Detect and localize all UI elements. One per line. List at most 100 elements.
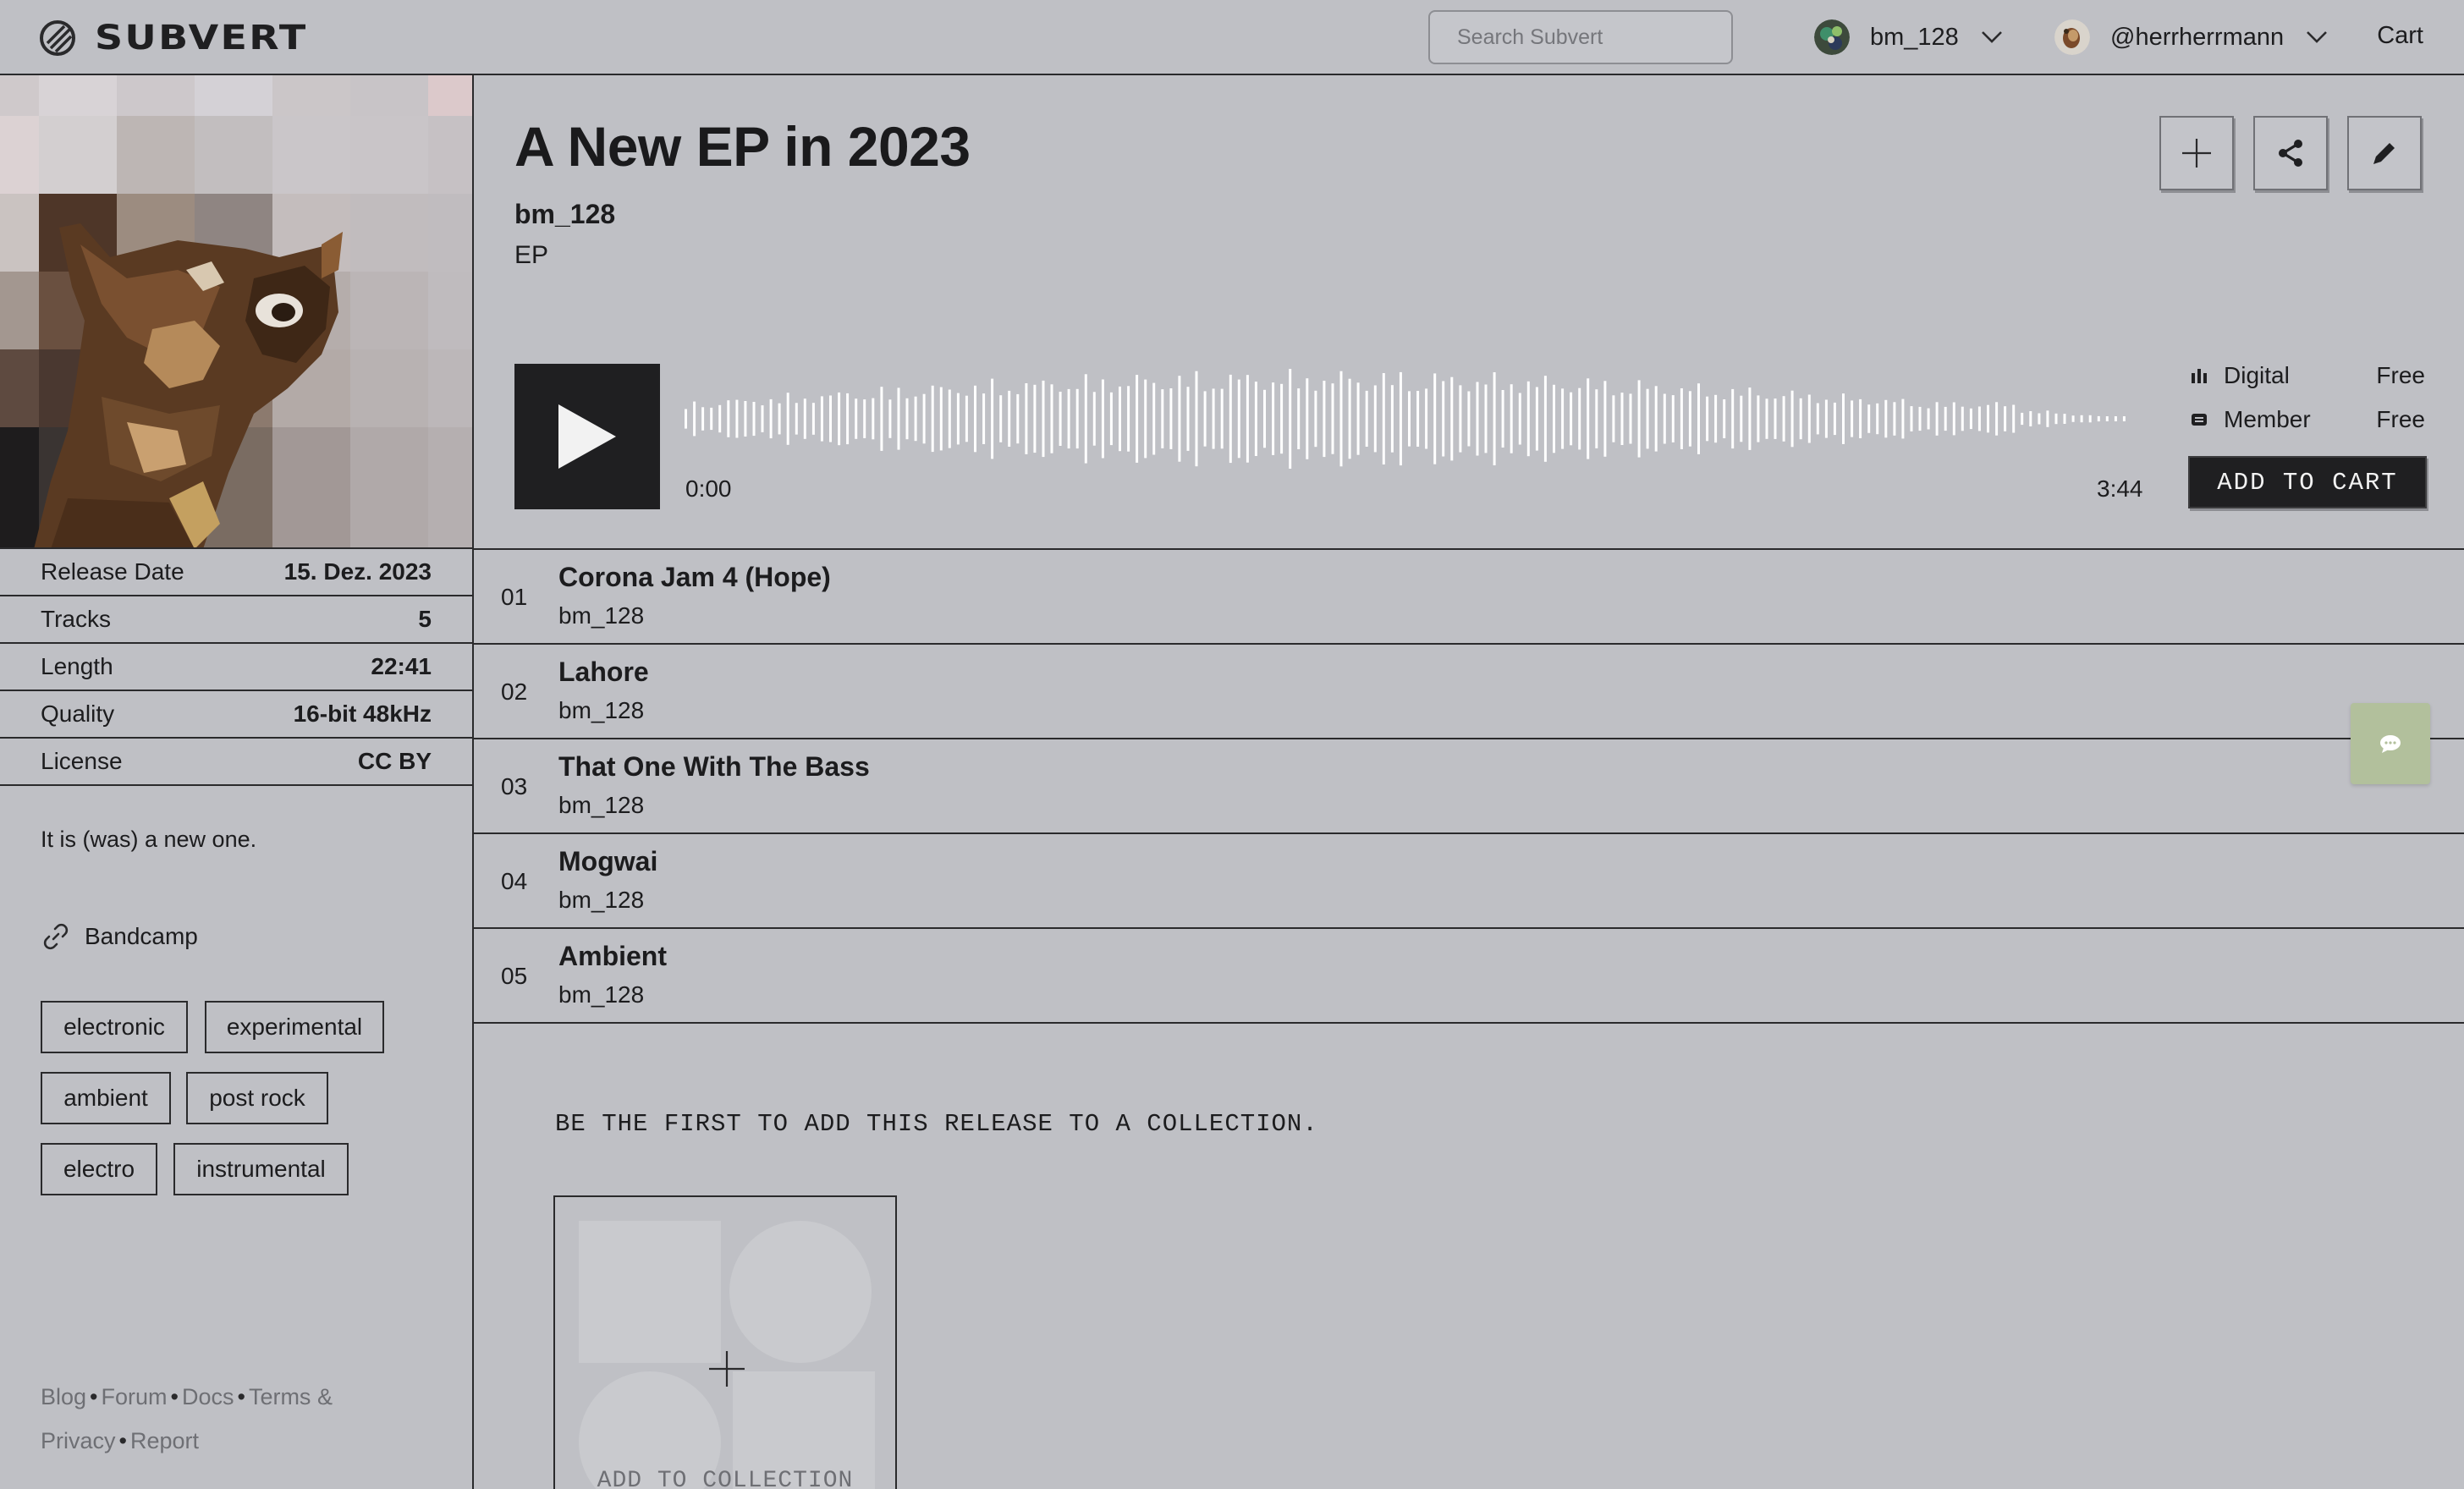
waveform-bar [1706,396,1709,442]
share-icon [2279,140,2302,167]
waveform-bar [727,400,730,437]
waveform-bar [1348,378,1351,459]
plus-icon [2182,139,2211,168]
waveform-bar [1748,387,1752,450]
search-box[interactable] [1428,10,1733,64]
bandcamp-link[interactable]: Bandcamp [41,921,198,952]
waveform-bar [1884,399,1888,438]
waveform-bar [1501,390,1504,448]
track-artist[interactable]: bm_128 [558,887,644,914]
waveform-bar [1961,406,1964,431]
waveform-bar [718,404,722,433]
waveform-bar [2071,415,2075,422]
waveform-bar [1782,396,1785,442]
waveform-bar [1637,380,1641,458]
waveform-bar [1119,386,1121,452]
waveform-bar [1944,406,1947,431]
tag-instrumental[interactable]: instrumental [173,1143,349,1195]
waveform-bar [1272,382,1275,455]
play-button[interactable] [514,364,660,509]
artist-account-menu[interactable]: bm_128 [1814,19,2003,56]
chat-button[interactable] [2351,703,2430,784]
waveform-bar [693,401,696,437]
footer-link-blog[interactable]: Blog [41,1384,86,1409]
track-artist[interactable]: bm_128 [558,602,644,629]
waveform-bar [914,396,917,442]
waveform-bar [811,403,815,435]
waveform-bar [735,399,739,438]
release-description: It is (was) a new one. [41,827,257,852]
tag-post-rock[interactable]: post rock [186,1072,328,1124]
waveform-bar [1663,393,1666,444]
chat-bubble-icon [2380,735,2401,753]
waveform-bar [1995,402,1999,436]
waveform-bar [1612,395,1615,442]
waveform-bar [1824,399,1828,438]
price-row-digital: Digital Free [2190,362,2425,389]
share-button[interactable] [2253,116,2328,190]
track-row[interactable]: 04 Mogwai bm_128 [474,834,2464,929]
release-type: EP [514,241,549,269]
waveform-bar [1127,386,1130,452]
track-title: Ambient [558,941,667,971]
waveform-bar [999,395,1003,442]
chevron-down-icon [2307,31,2328,43]
release-sidebar: Release Date 15. Dez. 2023 Tracks 5 Leng… [0,75,474,1489]
track-artist[interactable]: bm_128 [558,792,644,819]
tag-electronic[interactable]: electronic [41,1001,188,1053]
add-to-collection-label: ADD TO COLLECTION [597,1468,854,1489]
waveform-bar [872,398,875,440]
waveform-bar [982,393,986,444]
price-value: Free [2376,406,2425,432]
tag-electro[interactable]: electro [41,1143,157,1195]
add-to-collection-card[interactable]: ADD TO COLLECTION [553,1195,897,1489]
add-button[interactable] [2159,116,2234,190]
waveform-bar [1493,372,1496,465]
footer-link-forum[interactable]: Forum [102,1384,168,1409]
track-row[interactable]: 02 Lahore bm_128 [474,645,2464,739]
edit-button[interactable] [2347,116,2422,190]
detail-value: 16-bit 48kHz [293,701,432,727]
waveform-bar [2054,413,2058,425]
waveform-bar [1570,392,1573,446]
track-number: 05 [501,963,528,989]
waveform-bar [1408,391,1411,447]
waveform[interactable] [684,364,2131,474]
track-artist[interactable]: bm_128 [558,697,644,724]
detail-label: Tracks [41,606,111,632]
waveform-bar [991,378,994,459]
waveform-bar [2038,413,2041,425]
track-row[interactable]: 03 That One With The Bass bm_128 [474,739,2464,834]
logo[interactable]: SUBVERT [39,19,305,58]
cart-link[interactable]: Cart [2377,22,2423,50]
footer-link-docs[interactable]: Docs [182,1384,234,1409]
detail-row-release-date: Release Date 15. Dez. 2023 [0,549,472,596]
waveform-bar [1323,381,1326,458]
release-artist[interactable]: bm_128 [514,199,615,230]
waveform-bar [2114,416,2117,421]
track-title: That One With The Bass [558,751,870,782]
track-artist[interactable]: bm_128 [558,981,644,1008]
add-to-cart-button[interactable]: ADD TO CART [2188,456,2427,508]
track-row[interactable]: 01 Corona Jam 4 (Hope) bm_128 [474,550,2464,645]
tag-ambient[interactable]: ambient [41,1072,171,1124]
waveform-bar [1008,390,1011,447]
collection-placeholder-shapes [579,1221,875,1489]
footer-link-report[interactable]: Report [130,1428,199,1453]
detail-label: Release Date [41,558,184,585]
waveform-bar [1901,398,1905,439]
waveform-bar [1136,375,1139,463]
waveform-bar [1680,388,1683,449]
detail-label: Length [41,653,113,679]
track-number: 02 [501,679,528,705]
waveform-bar [2080,415,2083,423]
waveform-bar [897,387,900,450]
detail-label: License [41,748,123,774]
search-input[interactable] [1457,25,1730,50]
tag-experimental[interactable]: experimental [205,1001,384,1053]
user-account-menu[interactable]: @herrherrmann [2054,19,2328,56]
track-row[interactable]: 05 Ambient bm_128 [474,929,2464,1024]
waveform-bar [1339,371,1343,467]
waveform-bar [1578,387,1581,450]
waveform-bar [1935,402,1939,436]
